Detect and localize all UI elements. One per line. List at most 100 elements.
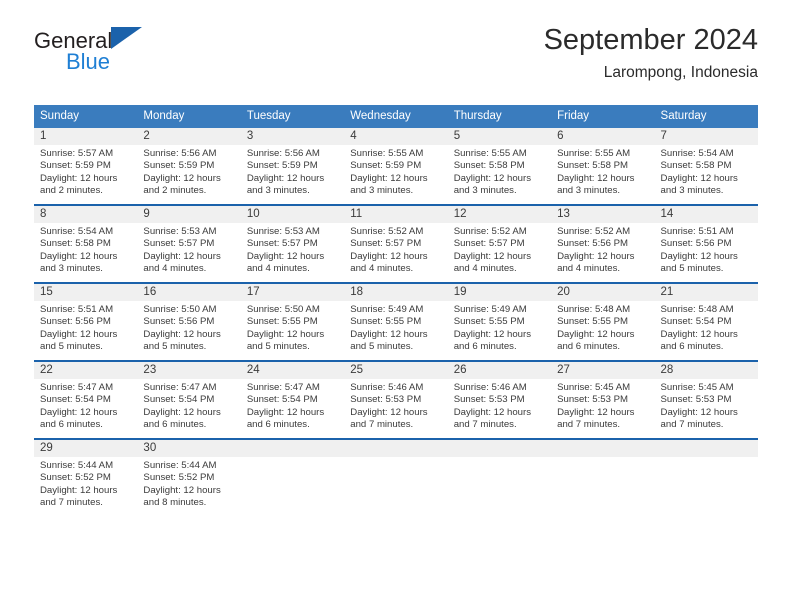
day-cell[interactable]: 1 Sunrise: 5:57 AM Sunset: 5:59 PM Daylight… bbox=[34, 128, 138, 205]
day-cell[interactable]: 2 Sunrise: 5:56 AM Sunset: 5:59 PM Daylight… bbox=[137, 128, 241, 205]
day-number bbox=[344, 440, 448, 457]
day-cell[interactable]: 20 Sunrise: 5:48 AM Sunset: 5:55 PM Dayligh… bbox=[551, 282, 655, 361]
day-cell[interactable]: 21 Sunrise: 5:48 AM Sunset: 5:54 PM Dayligh… bbox=[654, 282, 758, 361]
daylight-text: Daylight: 12 hours and 3 minutes. bbox=[246, 172, 325, 197]
sunset-text: Sunset: 5:59 PM bbox=[246, 160, 318, 172]
day-number: 12 bbox=[447, 206, 552, 223]
calendar-page: General Blue September 2024 Larompong, I… bbox=[0, 0, 792, 612]
daylight-text: Daylight: 12 hours and 7 minutes. bbox=[40, 484, 118, 509]
day-cell[interactable]: 27 Sunrise: 5:45 AM Sunset: 5:53 PM Dayligh… bbox=[551, 360, 655, 439]
day-details: Sunrise: 5:48 AM Sunset: 5:55 PM Daylight:… bbox=[551, 301, 654, 354]
day-cell[interactable]: 30 Sunrise: 5:44 AM Sunset: 5:52 PM Dayligh… bbox=[137, 438, 241, 516]
day-details: Sunrise: 5:52 AM Sunset: 5:56 PM Daylight:… bbox=[551, 223, 654, 276]
day-details: Sunrise: 5:52 AM Sunset: 5:57 PM Daylight:… bbox=[344, 223, 447, 276]
day-number: 11 bbox=[344, 206, 448, 223]
day-details: Sunrise: 5:51 AM Sunset: 5:56 PM Daylight:… bbox=[34, 301, 137, 354]
day-cell[interactable]: 13 Sunrise: 5:52 AM Sunset: 5:56 PM Dayligh… bbox=[551, 204, 655, 283]
day-cell[interactable]: 15 Sunrise: 5:51 AM Sunset: 5:56 PM Dayligh… bbox=[34, 282, 138, 361]
page-subtitle-location: Larompong, Indonesia bbox=[603, 64, 758, 81]
day-number: 25 bbox=[344, 362, 448, 379]
sunrise-text: Sunrise: 5:56 AM bbox=[246, 148, 320, 159]
sunset-text: Sunset: 5:54 PM bbox=[143, 394, 215, 406]
sunrise-text: Sunrise: 5:45 AM bbox=[660, 382, 734, 393]
sunset-text: Sunset: 5:56 PM bbox=[660, 238, 732, 250]
day-cell[interactable]: 10 Sunrise: 5:53 AM Sunset: 5:57 PM Dayligh… bbox=[240, 204, 345, 283]
day-cell[interactable]: 7 Sunrise: 5:54 AM Sunset: 5:58 PM Daylight… bbox=[654, 128, 758, 205]
day-cell[interactable]: 11 Sunrise: 5:52 AM Sunset: 5:57 PM Dayligh… bbox=[344, 204, 448, 283]
sunrise-text: Sunrise: 5:50 AM bbox=[246, 304, 320, 315]
week-row: 22 Sunrise: 5:47 AM Sunset: 5:54 PM Dayligh… bbox=[34, 360, 758, 439]
day-number: 18 bbox=[344, 284, 448, 301]
day-number: 22 bbox=[34, 362, 138, 379]
day-cell[interactable]: 24 Sunrise: 5:47 AM Sunset: 5:54 PM Dayligh… bbox=[240, 360, 345, 439]
day-cell[interactable]: 17 Sunrise: 5:50 AM Sunset: 5:55 PM Dayligh… bbox=[240, 282, 345, 361]
day-number: 19 bbox=[447, 284, 552, 301]
sunset-text: Sunset: 5:58 PM bbox=[557, 160, 629, 172]
day-number bbox=[240, 440, 345, 457]
sunrise-text: Sunrise: 5:52 AM bbox=[453, 226, 527, 237]
week-row: 8 Sunrise: 5:54 AM Sunset: 5:58 PM Daylight… bbox=[34, 204, 758, 283]
daylight-text: Daylight: 12 hours and 6 minutes. bbox=[246, 406, 325, 431]
day-number: 16 bbox=[137, 284, 241, 301]
daylight-text: Daylight: 12 hours and 6 minutes. bbox=[453, 328, 532, 353]
daylight-text: Daylight: 12 hours and 3 minutes. bbox=[453, 172, 532, 197]
day-cell[interactable]: 3 Sunrise: 5:56 AM Sunset: 5:59 PM Daylight… bbox=[240, 128, 345, 205]
day-cell[interactable]: 9 Sunrise: 5:53 AM Sunset: 5:57 PM Daylight… bbox=[137, 204, 241, 283]
day-cell[interactable]: 26 Sunrise: 5:46 AM Sunset: 5:53 PM Dayligh… bbox=[447, 360, 552, 439]
sunrise-text: Sunrise: 5:49 AM bbox=[453, 304, 527, 315]
day-cell-empty bbox=[447, 438, 552, 516]
sunrise-text: Sunrise: 5:53 AM bbox=[143, 226, 217, 237]
day-number: 24 bbox=[240, 362, 345, 379]
sunset-text: Sunset: 5:55 PM bbox=[453, 316, 525, 328]
sunrise-text: Sunrise: 5:57 AM bbox=[40, 148, 114, 159]
daylight-text: Daylight: 12 hours and 5 minutes. bbox=[246, 328, 325, 353]
page-header: General Blue September 2024 Larompong, I… bbox=[34, 24, 758, 96]
day-number: 8 bbox=[34, 206, 138, 223]
sunset-text: Sunset: 5:56 PM bbox=[557, 238, 629, 250]
day-details: Sunrise: 5:46 AM Sunset: 5:53 PM Daylight:… bbox=[344, 379, 447, 432]
sunrise-text: Sunrise: 5:52 AM bbox=[350, 226, 424, 237]
sunrise-text: Sunrise: 5:52 AM bbox=[557, 226, 631, 237]
sunset-text: Sunset: 5:55 PM bbox=[246, 316, 318, 328]
day-cell[interactable]: 18 Sunrise: 5:49 AM Sunset: 5:55 PM Dayligh… bbox=[344, 282, 448, 361]
day-details: Sunrise: 5:45 AM Sunset: 5:53 PM Daylight:… bbox=[551, 379, 654, 432]
day-cell[interactable]: 19 Sunrise: 5:49 AM Sunset: 5:55 PM Dayligh… bbox=[447, 282, 552, 361]
sunset-text: Sunset: 5:52 PM bbox=[40, 472, 111, 484]
day-cell[interactable]: 16 Sunrise: 5:50 AM Sunset: 5:56 PM Dayligh… bbox=[137, 282, 241, 361]
title-block: September 2024 Larompong, Indonesia bbox=[544, 22, 758, 82]
day-cell[interactable]: 29 Sunrise: 5:44 AM Sunset: 5:52 PM Dayligh… bbox=[34, 438, 138, 516]
sunrise-text: Sunrise: 5:50 AM bbox=[143, 304, 217, 315]
day-cell[interactable]: 28 Sunrise: 5:45 AM Sunset: 5:53 PM Dayligh… bbox=[654, 360, 758, 439]
day-number: 27 bbox=[551, 362, 655, 379]
sunset-text: Sunset: 5:58 PM bbox=[660, 160, 732, 172]
sunset-text: Sunset: 5:53 PM bbox=[660, 394, 732, 406]
day-cell[interactable]: 5 Sunrise: 5:55 AM Sunset: 5:58 PM Daylight… bbox=[447, 128, 552, 205]
day-cell[interactable]: 23 Sunrise: 5:47 AM Sunset: 5:54 PM Dayligh… bbox=[137, 360, 241, 439]
sunset-text: Sunset: 5:57 PM bbox=[350, 238, 422, 250]
day-details: Sunrise: 5:47 AM Sunset: 5:54 PM Daylight:… bbox=[34, 379, 137, 432]
weekday-header-saturday: Saturday bbox=[654, 105, 758, 128]
daylight-text: Daylight: 12 hours and 6 minutes. bbox=[557, 328, 635, 353]
day-cell[interactable]: 4 Sunrise: 5:55 AM Sunset: 5:59 PM Daylight… bbox=[344, 128, 448, 205]
day-cell[interactable]: 22 Sunrise: 5:47 AM Sunset: 5:54 PM Dayligh… bbox=[34, 360, 138, 439]
sunrise-text: Sunrise: 5:44 AM bbox=[143, 460, 217, 471]
day-cell[interactable]: 14 Sunrise: 5:51 AM Sunset: 5:56 PM Dayligh… bbox=[654, 204, 758, 283]
sunset-text: Sunset: 5:55 PM bbox=[557, 316, 629, 328]
day-details: Sunrise: 5:55 AM Sunset: 5:58 PM Daylight:… bbox=[551, 145, 654, 198]
weekday-header-row: Sunday Monday Tuesday Wednesday Thursday… bbox=[34, 105, 758, 128]
day-number: 4 bbox=[344, 128, 448, 145]
day-details: Sunrise: 5:46 AM Sunset: 5:53 PM Daylight:… bbox=[448, 379, 551, 432]
daylight-text: Daylight: 12 hours and 2 minutes. bbox=[40, 172, 118, 197]
day-cell[interactable]: 12 Sunrise: 5:52 AM Sunset: 5:57 PM Dayligh… bbox=[447, 204, 552, 283]
sunset-text: Sunset: 5:57 PM bbox=[453, 238, 525, 250]
generalblue-logo[interactable]: General Blue bbox=[34, 26, 274, 74]
weekday-header-monday: Monday bbox=[137, 105, 241, 128]
daylight-text: Daylight: 12 hours and 4 minutes. bbox=[453, 250, 532, 275]
weekday-header-tuesday: Tuesday bbox=[240, 105, 345, 128]
day-number: 14 bbox=[654, 206, 758, 223]
sunrise-text: Sunrise: 5:56 AM bbox=[143, 148, 217, 159]
sunset-text: Sunset: 5:56 PM bbox=[40, 316, 111, 328]
day-cell[interactable]: 8 Sunrise: 5:54 AM Sunset: 5:58 PM Daylight… bbox=[34, 204, 138, 283]
day-cell[interactable]: 25 Sunrise: 5:46 AM Sunset: 5:53 PM Dayligh… bbox=[344, 360, 448, 439]
day-cell[interactable]: 6 Sunrise: 5:55 AM Sunset: 5:58 PM Daylight… bbox=[551, 128, 655, 205]
